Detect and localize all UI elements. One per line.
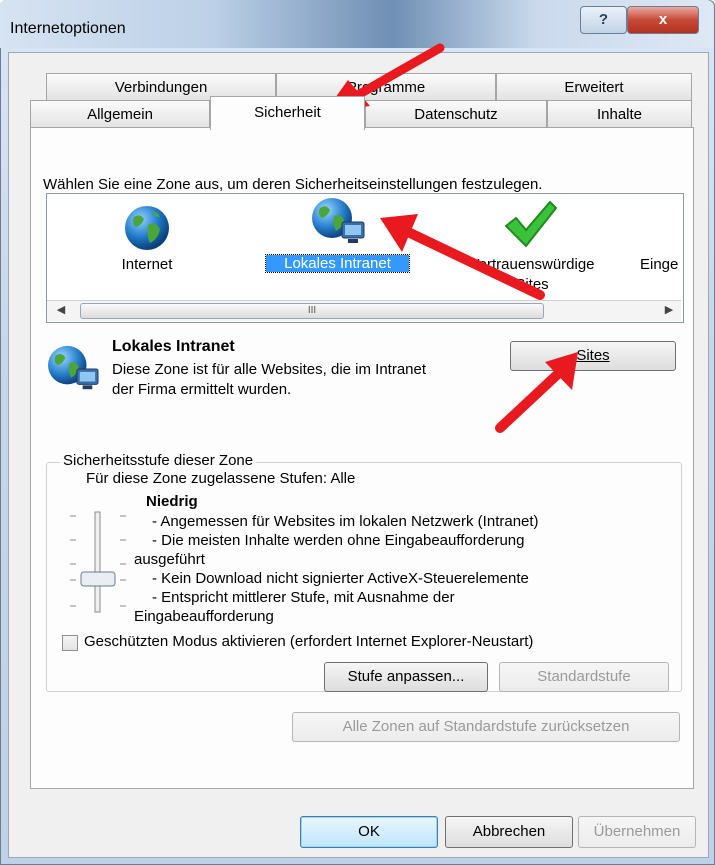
- tab-sicherheit[interactable]: Sicherheit: [210, 96, 365, 130]
- tab-inhalte[interactable]: Inhalte: [547, 100, 692, 128]
- custom-level-button[interactable]: Stufe anpassen...: [324, 662, 488, 692]
- checkmark-icon[interactable]: [502, 198, 558, 250]
- sites-button[interactable]: Sites: [510, 341, 676, 371]
- level-desc-line-4: - Kein Download nicht signierter ActiveX…: [152, 570, 529, 587]
- zone-label-vertrauenswuerdige[interactable]: Vertrauenswürdige: [452, 256, 612, 273]
- reset-all-zones-button[interactable]: Alle Zonen auf Standardstufe zurücksetze…: [292, 712, 680, 742]
- intranet-zone-info-icon: [46, 344, 102, 394]
- globe-icon[interactable]: [122, 203, 172, 253]
- sites-button-label: Sites: [576, 347, 610, 364]
- level-name: Niedrig: [146, 493, 198, 510]
- selected-zone-title: Lokales Intranet: [112, 338, 235, 355]
- zone-label-internet[interactable]: Internet: [95, 256, 199, 273]
- protected-mode-label[interactable]: Geschützten Modus aktivieren (erfordert …: [84, 633, 533, 650]
- help-button[interactable]: ?: [580, 6, 627, 34]
- zone-label-sites[interactable]: Sites: [452, 276, 612, 293]
- cancel-button[interactable]: Abbrechen: [445, 816, 573, 848]
- zone-label-eingeschraenkt[interactable]: Einge: [640, 256, 682, 273]
- zone-label-lokales-intranet[interactable]: Lokales Intranet: [265, 254, 410, 273]
- apply-button[interactable]: Übernehmen: [578, 816, 696, 848]
- selected-zone-description-line2: der Firma ermittelt wurden.: [112, 381, 292, 398]
- ok-button[interactable]: OK: [300, 816, 438, 848]
- close-button[interactable]: x: [627, 6, 699, 34]
- scroll-left-arrow-icon[interactable]: ◀: [52, 300, 70, 320]
- tab-erweitert[interactable]: Erweitert: [496, 73, 692, 101]
- tab-allgemein[interactable]: Allgemein: [30, 100, 210, 128]
- level-desc-line-5: - Entspricht mittlerer Stufe, mit Ausnah…: [152, 589, 455, 606]
- scroll-right-arrow-icon[interactable]: ▶: [660, 300, 678, 320]
- level-desc-line-1: - Angemessen für Websites im lokalen Net…: [152, 513, 539, 530]
- intranet-globe-icon[interactable]: [310, 196, 368, 248]
- selected-zone-description-line1: Diese Zone ist für alle Websites, die im…: [112, 361, 427, 378]
- zone-prompt-text: Wählen Sie eine Zone aus, um deren Siche…: [43, 176, 543, 193]
- security-level-group-label: Sicherheitsstufe dieser Zone: [60, 452, 257, 469]
- tab-datenschutz[interactable]: Datenschutz: [365, 100, 547, 128]
- protected-mode-checkbox[interactable]: [62, 635, 78, 651]
- allowed-levels-text: Für diese Zone zugelassene Stufen: Alle: [86, 470, 356, 487]
- scrollbar-thumb[interactable]: III: [80, 303, 544, 319]
- level-desc-line-3: ausgeführt: [134, 551, 205, 568]
- window-title: Internetoptionen: [10, 20, 126, 37]
- security-level-slider[interactable]: [64, 510, 134, 615]
- default-level-button[interactable]: Standardstufe: [499, 662, 669, 692]
- level-desc-line-6: Eingabeaufforderung: [134, 608, 274, 625]
- level-desc-line-2: - Die meisten Inhalte werden ohne Eingab…: [152, 532, 525, 549]
